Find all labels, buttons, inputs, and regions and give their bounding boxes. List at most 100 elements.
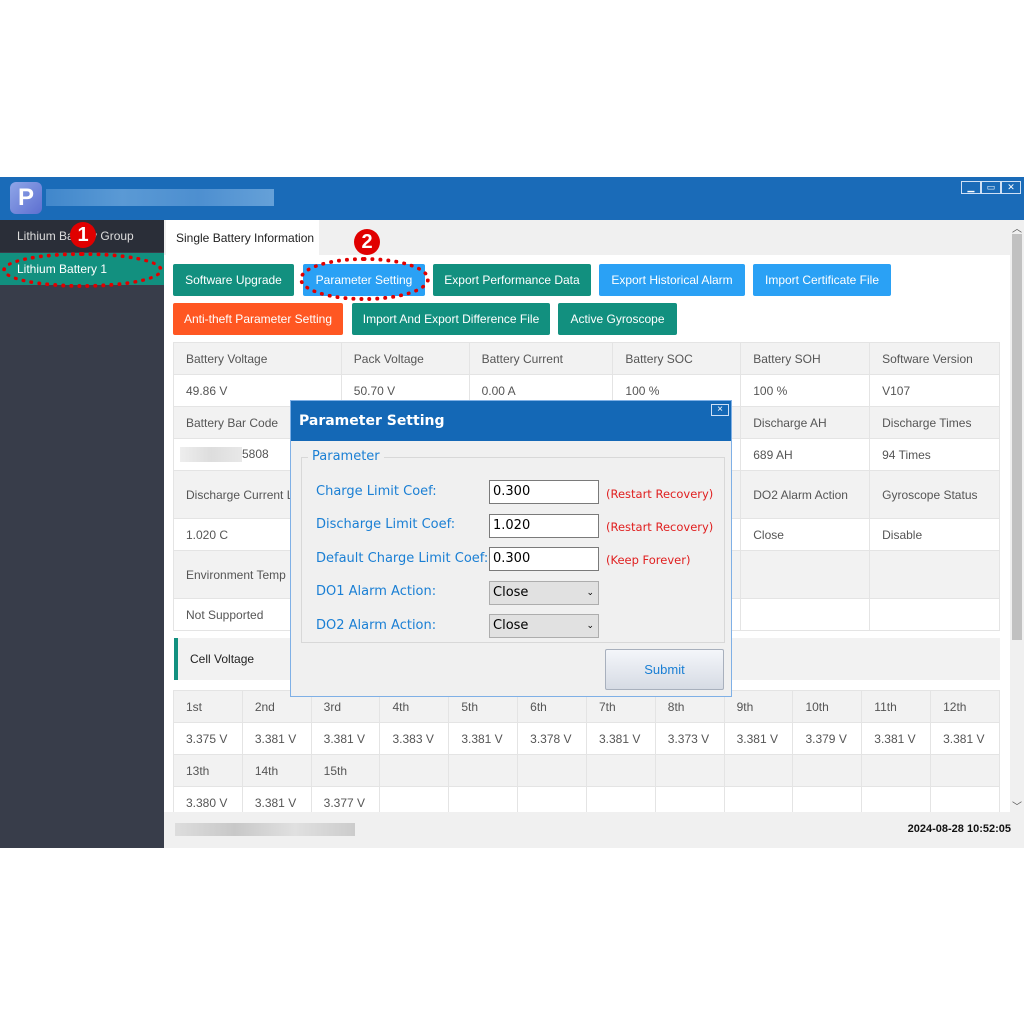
cell-value: 3.381 V [241,722,312,755]
status-datetime: 2024-08-28 10:52:05 [907,823,1011,835]
info-value: Close [740,518,871,551]
info-label: DO2 Alarm Action [740,470,871,519]
dialog-title: Parameter Setting [291,401,731,441]
app-title-redacted [46,189,274,206]
cell-label [861,754,932,787]
cell-label: 15th [310,754,381,787]
cell-label: 12th [930,690,1000,723]
info-value: Disable [869,518,1000,551]
scrollbar-thumb[interactable] [1012,234,1022,640]
cell-value: 3.373 V [654,722,725,755]
cell-value: 3.383 V [379,722,450,755]
info-label: Software Version [869,342,1000,375]
info-value [869,598,1000,631]
cell-label: 13th [173,754,243,787]
info-row: Battery Voltage Pack Voltage Battery Curre… [173,342,1000,375]
cell-label: 14th [241,754,312,787]
export-historical-alarm-button[interactable]: Export Historical Alarm [599,264,745,296]
cell-label [448,754,519,787]
info-value: V107 [869,374,1000,407]
info-label: Battery Current [468,342,614,375]
cell-row: 13th 14th 15th [173,754,1000,787]
cell-value: 3.381 V [448,722,519,755]
default-charge-limit-label: Default Charge Limit Coef: [316,551,489,566]
maximize-button[interactable]: ▭ [981,181,1001,194]
import-certificate-file-button[interactable]: Import Certificate File [753,264,891,296]
discharge-limit-input[interactable]: 1.020 [489,514,599,538]
info-label: Gyroscope Status [869,470,1000,519]
sidebar: Lithium Battery Group Lithium Battery 1 [0,220,164,848]
charge-limit-note: (Restart Recovery) [606,487,714,501]
info-label: Discharge Times [869,406,1000,439]
chevron-down-icon: ⌄ [586,621,594,631]
default-charge-limit-note: (Keep Forever) [606,553,691,567]
info-value: 94 Times [869,438,1000,471]
info-label: Battery SOH [740,342,871,375]
active-gyroscope-button[interactable]: Active Gyroscope [558,303,677,335]
discharge-limit-label: Discharge Limit Coef: [316,517,456,532]
cell-label: 9th [723,690,794,723]
status-text-redacted [175,823,355,836]
cell-row: 3.375 V 3.381 V 3.381 V 3.383 V 3.381 V 3.378… [173,722,1000,755]
cell-label: 10th [792,690,863,723]
info-label: Battery SOC [612,342,742,375]
info-value: 689 AH [740,438,871,471]
cell-label [654,754,725,787]
cell-label [723,754,794,787]
do2-alarm-value: Close [493,618,529,633]
info-label [869,550,1000,599]
minimize-button[interactable]: ▁ [961,181,981,194]
annotation-number-2: 2 [354,229,380,255]
status-bar: 2024-08-28 10:52:05 [164,812,1024,848]
do1-alarm-label: DO1 Alarm Action: [316,584,437,599]
cell-label [930,754,1000,787]
submit-button[interactable]: Submit [605,649,724,690]
cell-voltage-table: 1st 2nd 3rd 4th 5th 6th 7th 8th 9th 10th 11th 12th 3… [173,690,1000,819]
cell-value: 3.375 V [173,722,243,755]
do1-alarm-select[interactable]: Close ⌄ [489,581,599,605]
close-window-button[interactable]: ✕ [1001,181,1021,194]
cell-label [517,754,587,787]
info-value: 100 % [740,374,871,407]
info-label: Pack Voltage [340,342,470,375]
parameter-group: Parameter Charge Limit Coef: 0.300 (Rest… [301,449,725,643]
parameter-setting-dialog: Parameter Setting × Parameter Charge Lim… [290,400,732,697]
cell-label [379,754,450,787]
vertical-scrollbar[interactable]: ︿ ﹀ [1010,220,1024,813]
do1-alarm-value: Close [493,585,529,600]
discharge-limit-note: (Restart Recovery) [606,520,714,534]
dialog-close-button[interactable]: × [711,404,729,416]
cell-label: 1st [173,690,243,723]
annotation-number-1: 1 [70,222,96,248]
software-upgrade-button[interactable]: Software Upgrade [173,264,294,296]
parameter-group-legend: Parameter [308,449,384,464]
scroll-up-icon[interactable]: ︿ [1012,220,1022,235]
cell-value: 3.381 V [930,722,1000,755]
info-label: Discharge AH [740,406,871,439]
barcode-redacted [180,447,242,463]
chevron-down-icon: ⌄ [586,588,594,598]
app-logo-icon: P [10,182,42,214]
anti-theft-parameter-button[interactable]: Anti-theft Parameter Setting [173,303,343,335]
scroll-down-icon[interactable]: ﹀ [1012,798,1022,813]
annotation-ring-2 [299,257,430,301]
info-value [740,598,871,631]
default-charge-limit-input[interactable]: 0.300 [489,547,599,571]
tab-single-battery-info[interactable]: Single Battery Information [166,220,319,256]
title-bar: P ▁ ▭ ✕ [0,177,1024,220]
import-export-difference-button[interactable]: Import And Export Difference File [352,303,550,335]
cell-label: 11th [861,690,932,723]
export-performance-data-button[interactable]: Export Performance Data [433,264,591,296]
cell-value: 3.381 V [861,722,932,755]
cell-value: 3.381 V [723,722,794,755]
cell-value: 3.378 V [517,722,587,755]
charge-limit-label: Charge Limit Coef: [316,484,437,499]
cell-value: 3.381 V [310,722,381,755]
charge-limit-input[interactable]: 0.300 [489,480,599,504]
cell-label [585,754,656,787]
cell-label [792,754,863,787]
do2-alarm-label: DO2 Alarm Action: [316,618,437,633]
cell-value: 3.379 V [792,722,863,755]
info-label [740,550,871,599]
do2-alarm-select[interactable]: Close ⌄ [489,614,599,638]
